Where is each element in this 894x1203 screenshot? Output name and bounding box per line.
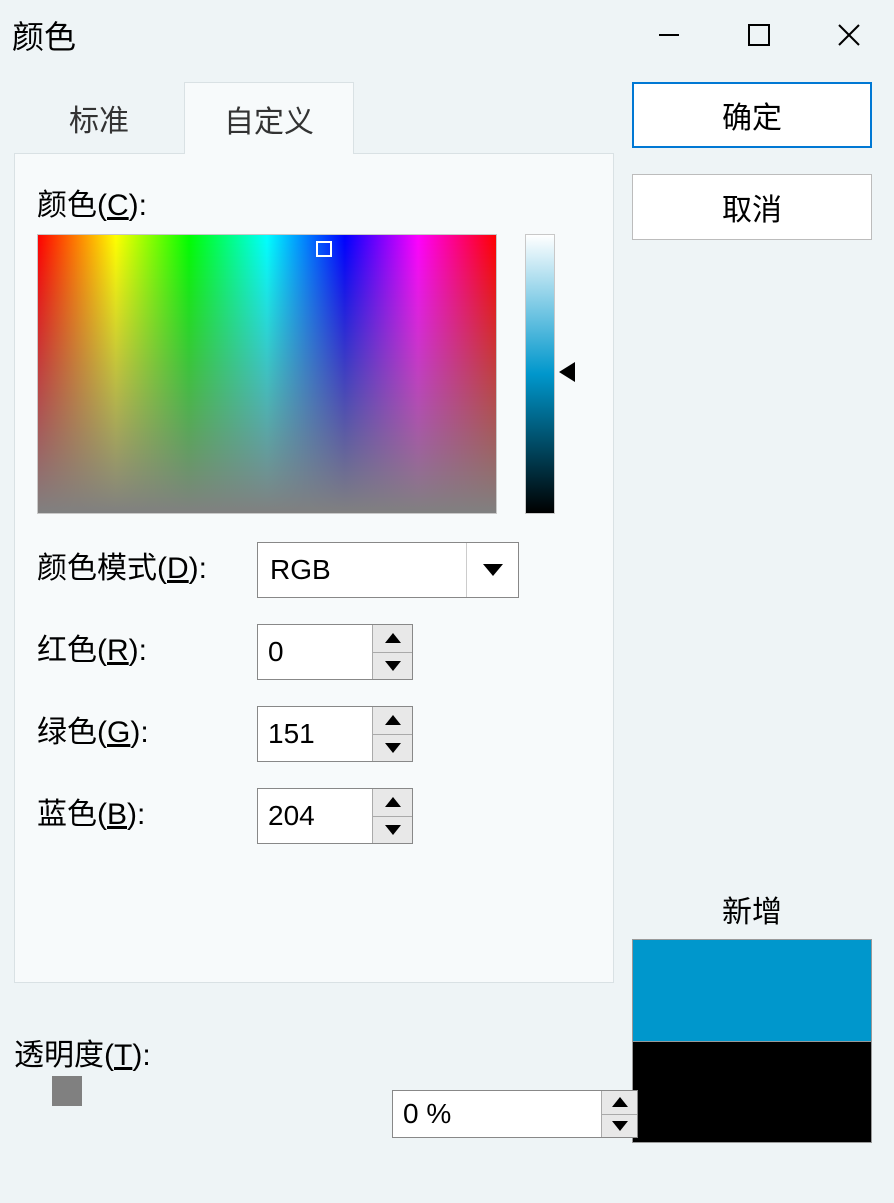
window-controls <box>624 0 894 70</box>
red-stepper-down[interactable] <box>373 653 412 680</box>
ok-button[interactable]: 确定 <box>632 82 872 148</box>
arrow-down-icon <box>385 825 401 835</box>
colors-label: 颜色(C): <box>37 180 591 224</box>
transparency-value: 0 % <box>393 1091 601 1137</box>
red-label: 红色(R): <box>37 625 257 669</box>
arrow-down-icon <box>612 1121 628 1131</box>
luminance-arrow-icon <box>559 362 575 382</box>
spectrum-crosshair <box>316 241 332 257</box>
transparency-stepper-up[interactable] <box>602 1091 637 1115</box>
minimize-icon <box>655 21 683 49</box>
color-model-select[interactable]: RGB <box>257 542 519 598</box>
swatch-current <box>632 1041 872 1143</box>
close-button[interactable] <box>804 0 894 70</box>
luminance-slider[interactable] <box>525 234 555 514</box>
tabs: 标准 自定义 <box>14 82 614 154</box>
window-title: 颜色 <box>12 12 76 58</box>
blue-stepper-down[interactable] <box>373 817 412 844</box>
swatch-preview <box>632 939 872 1143</box>
green-label: 绿色(G): <box>37 707 257 751</box>
color-spectrum[interactable] <box>37 234 497 514</box>
transparency-slider-thumb[interactable] <box>52 1076 82 1106</box>
green-stepper-down[interactable] <box>373 735 412 762</box>
arrow-up-icon <box>385 633 401 643</box>
arrow-down-icon <box>385 743 401 753</box>
red-value: 0 <box>258 625 372 679</box>
red-stepper[interactable]: 0 <box>257 624 413 680</box>
transparency-stepper[interactable]: 0 % <box>392 1090 638 1138</box>
tab-custom[interactable]: 自定义 <box>184 82 354 154</box>
green-value: 151 <box>258 707 372 761</box>
green-stepper[interactable]: 151 <box>257 706 413 762</box>
minimize-button[interactable] <box>624 0 714 70</box>
arrow-down-icon <box>385 661 401 671</box>
swatch-new <box>632 939 872 1041</box>
transparency-stepper-down[interactable] <box>602 1115 637 1138</box>
maximize-icon <box>746 22 772 48</box>
transparency-label: 透明度(T): <box>14 1030 151 1074</box>
cancel-button[interactable]: 取消 <box>632 174 872 240</box>
arrow-up-icon <box>385 797 401 807</box>
color-model-value: RGB <box>258 543 466 597</box>
color-model-label: 颜色模式(D): <box>37 543 257 587</box>
tab-standard[interactable]: 标准 <box>14 82 184 154</box>
blue-label: 蓝色(B): <box>37 789 257 833</box>
blue-stepper-up[interactable] <box>373 789 412 817</box>
arrow-up-icon <box>612 1097 628 1107</box>
chevron-down-icon <box>466 543 518 597</box>
titlebar: 颜色 <box>0 0 894 70</box>
new-swatch-label: 新增 <box>722 887 782 931</box>
red-stepper-up[interactable] <box>373 625 412 653</box>
arrow-up-icon <box>385 715 401 725</box>
close-icon <box>835 21 863 49</box>
maximize-button[interactable] <box>714 0 804 70</box>
green-stepper-up[interactable] <box>373 707 412 735</box>
blue-value: 204 <box>258 789 372 843</box>
tab-panel-custom: 颜色(C): 颜色模式(D): RGB 红色(R): 0 <box>14 153 614 983</box>
blue-stepper[interactable]: 204 <box>257 788 413 844</box>
